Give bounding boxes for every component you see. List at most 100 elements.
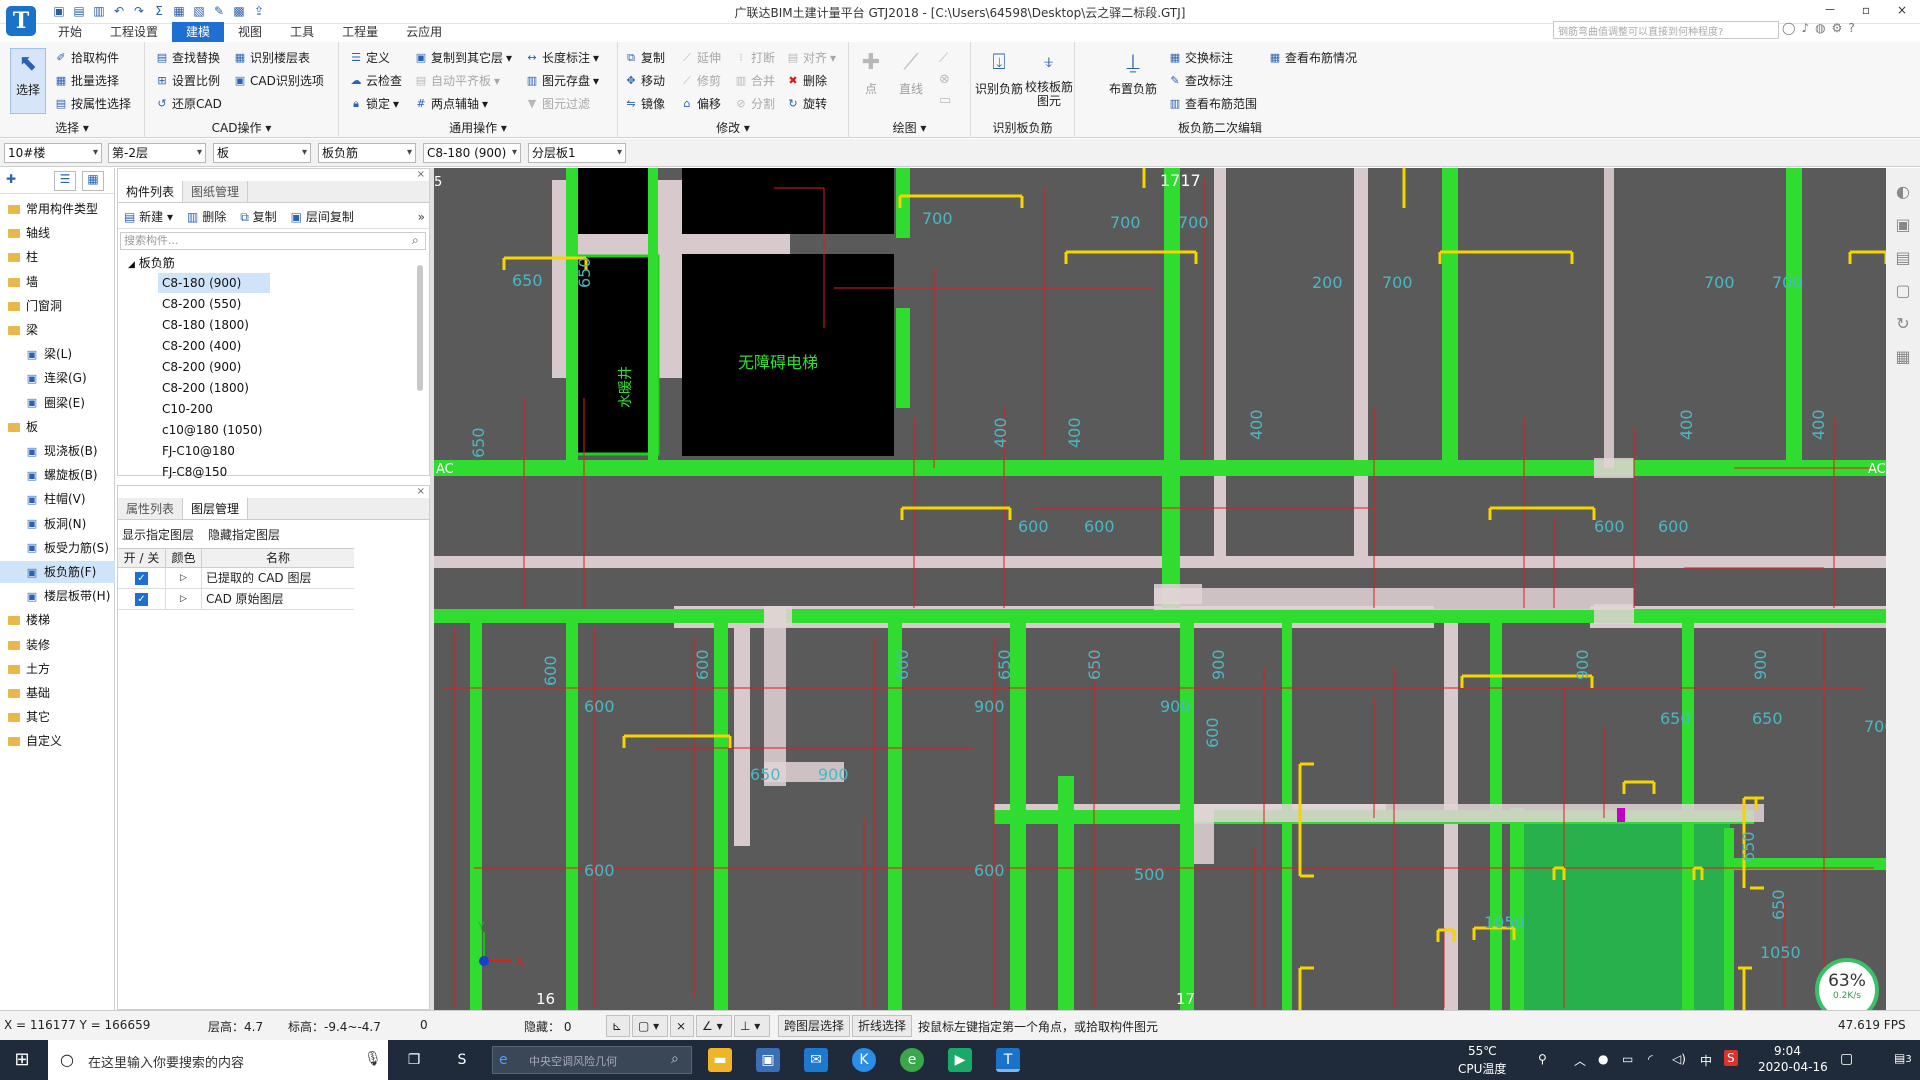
app-logo[interactable]: T [6, 6, 36, 36]
people-icon[interactable]: ⚲ [1538, 1052, 1547, 1066]
expand-icon[interactable]: ▷ [166, 568, 202, 588]
drawing-canvas[interactable]: 1717 AC AC 16 17 5 无障碍电梯 水暖井 Y X 700 650 650 700 700 20… [434, 168, 1886, 1010]
tab-component-list[interactable]: 构件列表 [118, 181, 184, 202]
undo-icon[interactable]: ↶ [112, 4, 126, 18]
cad-drawing[interactable]: 1717 AC AC 16 17 5 无障碍电梯水暖井 Y X 700 650 650 700 700 20… [434, 168, 1886, 1010]
set-scale-button[interactable]: ⊞ 设置比例 [155, 72, 220, 89]
grid-view-icon[interactable]: ▦ [1895, 347, 1910, 366]
arc-icon[interactable]: ⟋ [939, 48, 951, 69]
sum-icon[interactable]: Σ [152, 4, 166, 18]
nav-item[interactable]: 基础 [0, 682, 115, 704]
bell-icon[interactable]: ♪ [1801, 21, 1809, 35]
component-item[interactable]: FJ-C8@150 [158, 462, 231, 482]
panel-close-icon[interactable]: × [417, 169, 425, 181]
menu-tab-cloud[interactable]: 云应用 [392, 22, 456, 42]
cross-layer-select-button[interactable]: 跨图层选择 [778, 1015, 851, 1037]
browser-search-box[interactable]: e 中央空调风险几何 ⌕ [492, 1046, 692, 1074]
nav-item[interactable]: 柱 [0, 246, 115, 268]
list-scrollbar[interactable] [417, 265, 423, 391]
move-button[interactable]: ✥ 移动 [624, 72, 665, 89]
component-search-input[interactable]: 搜索构件... [120, 232, 426, 250]
nav-item[interactable]: 常用构件类型 [0, 198, 115, 220]
split-button[interactable]: ⊘ 分割 [734, 95, 775, 112]
hide-layer-button[interactable]: 隐藏指定图层 [208, 526, 280, 543]
notification-bell-icon[interactable]: ● [1598, 1052, 1608, 1066]
component-item[interactable]: C8-200 (400) [158, 336, 245, 356]
nav-item[interactable]: ▣ 板负筋(F) [0, 561, 115, 583]
nav-item[interactable]: 土方 [0, 658, 115, 680]
redo-icon[interactable]: ↷ [132, 4, 146, 18]
menu-tab-view[interactable]: 视图 [224, 22, 276, 42]
help-search-input[interactable]: 钢筋弯曲值调整可以直接到何种程度? [1553, 21, 1779, 39]
nav-item[interactable]: ▣ 板受力筋(S) [0, 537, 115, 559]
nav-item[interactable]: ▣ 现浇板(B) [0, 440, 115, 462]
pin-icon[interactable]: ✚ [6, 172, 16, 186]
user-icon[interactable]: ◯ [1782, 21, 1795, 35]
component-item[interactable]: C8-180 (900) [158, 273, 270, 293]
new-component-button[interactable]: ▤ 新建 ▾ [124, 208, 173, 225]
app-e-icon[interactable]: e [900, 1048, 924, 1072]
two-point-aux-axis-button[interactable]: # 两点辅轴 ▾ [414, 95, 488, 112]
type-select[interactable]: 板负筋 [318, 143, 416, 163]
volume-icon[interactable]: ◁) [1672, 1052, 1686, 1066]
layer-panel-close-icon[interactable]: × [417, 486, 425, 498]
length-dimension-button[interactable]: ↔ 长度标注 ▾ [525, 49, 599, 66]
show-layer-button[interactable]: 显示指定图层 [122, 526, 194, 543]
orbit-icon[interactable]: ◐ [1896, 182, 1910, 201]
copy-between-floors-button[interactable]: ▣ 层间复制 [291, 208, 354, 225]
find-replace-button[interactable]: ▤ 查找替换 [155, 49, 220, 66]
menu-tab-quantities[interactable]: 工程量 [328, 22, 392, 42]
copy-component-button[interactable]: ⧉ 复制 [240, 208, 276, 225]
save-icon[interactable]: ▣ [52, 4, 66, 18]
rotate-button[interactable]: ↻ 旋转 [786, 95, 827, 112]
help-icon[interactable]: ? [1848, 21, 1854, 35]
nav-item[interactable]: 墙 [0, 271, 115, 293]
define-button[interactable]: ☰ 定义 [349, 49, 390, 66]
pick-component-button[interactable]: ✐ 拾取构件 [54, 49, 119, 66]
export-icon[interactable]: ⇪ [252, 4, 266, 18]
floor-select[interactable]: 第-2层 [108, 143, 206, 163]
windows-start-icon[interactable]: ⊞ [10, 1048, 34, 1072]
expand-icon[interactable]: ▷ [166, 589, 202, 609]
nav-item[interactable]: 门窗洞 [0, 295, 115, 317]
component-select[interactable]: C8-180 (900) [423, 143, 521, 163]
close-button[interactable]: × [1884, 0, 1920, 20]
restore-button[interactable]: ▫ [1848, 0, 1884, 20]
file-explorer-icon[interactable]: ▬ [708, 1048, 732, 1072]
component-item[interactable]: FJ-C10@180 [158, 441, 239, 461]
rotate-view-icon[interactable]: ↻ [1896, 314, 1909, 333]
element-save-button[interactable]: ▥ 图元存盘 ▾ [525, 72, 599, 89]
break-button[interactable]: ⁝ 打断 [734, 49, 775, 66]
nav-item[interactable]: 板 [0, 416, 115, 438]
nav-item[interactable]: ▣ 圈梁(E) [0, 392, 115, 414]
tab-drawing-management[interactable]: 图纸管理 [183, 181, 249, 202]
nav-item[interactable]: 自定义 [0, 730, 115, 752]
polyline-select-button[interactable]: 折线选择 [852, 1015, 913, 1037]
task-view-icon[interactable]: ❐ [402, 1048, 426, 1072]
report-icon[interactable]: ▦ [172, 4, 186, 18]
mirror-button[interactable]: ⇋ 镜像 [624, 95, 665, 112]
check-slab-rebar-button[interactable]: ⍖ 校核板筋图元 [1025, 48, 1073, 108]
nav-item[interactable]: 轴线 [0, 222, 115, 244]
place-negative-rebar-button[interactable]: ⍊ 布置负筋 [1105, 48, 1161, 97]
nav-item[interactable]: 其它 [0, 706, 115, 728]
tile-view-icon[interactable]: ▦ [82, 171, 104, 191]
draw-line-button[interactable]: ⟋ 直线 [893, 48, 929, 97]
snap-toggle[interactable]: ▢ ▾ [632, 1015, 668, 1037]
layer-toggle-checkbox[interactable]: ✓ [135, 593, 148, 606]
open-icon[interactable]: ▥ [92, 4, 106, 18]
component-item[interactable]: C8-200 (550) [158, 294, 245, 314]
nav-item[interactable]: ▣ 板洞(N) [0, 513, 115, 535]
wifi-icon[interactable]: ◜ [1648, 1052, 1653, 1066]
auto-flush-slab-button[interactable]: ▤ 自动平齐板 ▾ [414, 72, 500, 89]
delete-button[interactable]: ✖ 删除 [786, 72, 827, 89]
delete-component-button[interactable]: ▥ 删除 [187, 208, 226, 225]
layer-slab-select[interactable]: 分层板1 [528, 143, 626, 163]
category-select[interactable]: 板 [213, 143, 311, 163]
search-icon[interactable]: ⌕ [412, 233, 419, 248]
extend-button[interactable]: ⟋ 延伸 [680, 49, 721, 66]
align-button[interactable]: ▤ 对齐 ▾ [786, 49, 836, 66]
component-item[interactable]: C8-180 (1800) [158, 315, 253, 335]
tray-arrow-icon[interactable]: ︿ [1574, 1052, 1586, 1069]
element-filter-button[interactable]: ▼ 图元过滤 [525, 95, 590, 112]
